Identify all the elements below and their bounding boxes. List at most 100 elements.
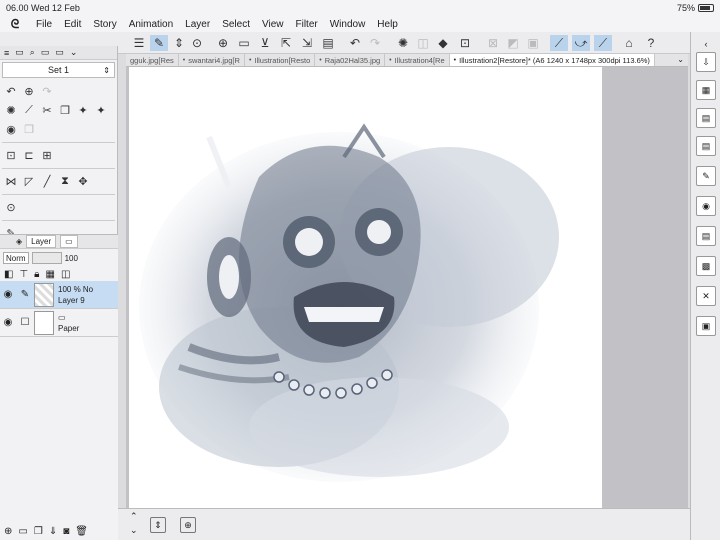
- expand-collapse-icon[interactable]: ⇕: [170, 35, 188, 51]
- tab-search-icon[interactable]: ⌕: [30, 47, 35, 58]
- flip-icon[interactable]: ⋈: [2, 172, 20, 191]
- menu-filter[interactable]: Filter: [289, 19, 323, 30]
- doc-tab[interactable]: • Illustration[Resto: [245, 54, 316, 66]
- blend-mode-select[interactable]: Norm: [3, 252, 29, 264]
- new-file-icon[interactable]: ⊕: [214, 35, 232, 51]
- close-icon[interactable]: •: [319, 57, 321, 64]
- lasso-icon[interactable]: ✺: [2, 101, 20, 120]
- opacity-value[interactable]: 100: [65, 254, 78, 263]
- tab-tool-icon[interactable]: ▭: [15, 47, 24, 58]
- menu-view[interactable]: View: [256, 19, 290, 30]
- doc-tab[interactable]: • Raja02Hal35.jpg: [315, 54, 386, 66]
- grid-transform-icon[interactable]: ⊞: [38, 146, 56, 165]
- close-icon[interactable]: •: [249, 57, 251, 64]
- mask-icon[interactable]: ◫: [61, 269, 70, 280]
- file-export-icon[interactable]: ▤: [696, 226, 716, 246]
- scissors-icon[interactable]: ✂: [38, 101, 56, 120]
- delete-icon[interactable]: 🗑︎: [75, 526, 88, 537]
- doc-tab-active[interactable]: • Illustration2[Restore]* (A6 1240 x 1748…: [449, 54, 655, 66]
- menu-dots-icon[interactable]: ≡: [4, 48, 9, 58]
- canvas-area[interactable]: [126, 67, 688, 508]
- save-icon[interactable]: ⊻: [256, 35, 274, 51]
- tab-more-icon[interactable]: ▭: [55, 47, 64, 58]
- snap-ruler-icon[interactable]: ⟋: [594, 35, 612, 51]
- snap-curve-icon[interactable]: ⤻: [572, 35, 590, 51]
- layer-row-layer-9[interactable]: ◉ ✎ 100 % No Layer 9: [0, 281, 118, 309]
- export-icon[interactable]: ⇱: [277, 35, 295, 51]
- doc-tab[interactable]: • Illustration4[Re: [385, 54, 450, 66]
- open-folder-icon[interactable]: ▭: [235, 35, 253, 51]
- set-selector[interactable]: Set 1 ⇕: [2, 62, 115, 78]
- material-icon[interactable]: ▦: [696, 80, 716, 100]
- fill-icon[interactable]: ◆: [434, 35, 452, 51]
- hamburger-menu-icon[interactable]: ☰: [130, 35, 148, 51]
- crop-icon[interactable]: ⊡: [2, 146, 20, 165]
- chevron-down-icon[interactable]: ⌄: [70, 47, 78, 58]
- fit-icon[interactable]: ⇕: [150, 517, 166, 533]
- menu-edit[interactable]: Edit: [58, 19, 87, 30]
- transfer-icon[interactable]: ⇓: [49, 526, 57, 537]
- pen-icon[interactable]: ✎: [16, 289, 34, 300]
- close-icon[interactable]: •: [183, 57, 185, 64]
- export-icon-2[interactable]: ⇲: [298, 35, 316, 51]
- selection-icon[interactable]: ▣: [524, 35, 542, 51]
- menu-story[interactable]: Story: [87, 19, 122, 30]
- tab-layer-property-icon[interactable]: ▭: [60, 235, 78, 248]
- close-icon[interactable]: •: [389, 57, 391, 64]
- sparkle-icon-2[interactable]: ✦: [92, 101, 110, 120]
- panel-collapse-icon[interactable]: ‹: [696, 34, 716, 54]
- undo-icon[interactable]: ↶: [346, 35, 364, 51]
- eye-icon[interactable]: ◉: [0, 317, 16, 328]
- reference-icon[interactable]: ⊤: [19, 269, 28, 280]
- clip-icon[interactable]: ◧: [4, 269, 13, 280]
- scroll-down-icon[interactable]: ⌄: [130, 525, 138, 536]
- menu-file[interactable]: File: [30, 19, 58, 30]
- duplicate-icon[interactable]: ❐: [34, 526, 43, 537]
- transform-icon[interactable]: ⊡: [456, 35, 474, 51]
- layer-row-paper[interactable]: ◉ ☐ ▭ Paper: [0, 309, 118, 337]
- redo-icon[interactable]: ↷: [366, 35, 384, 51]
- redo-tool-icon[interactable]: ↷: [38, 82, 56, 101]
- chevron-down-icon[interactable]: ⌄: [677, 55, 684, 64]
- loading-spinner-icon[interactable]: ✺: [394, 35, 412, 51]
- camera-icon[interactable]: ◉: [696, 196, 716, 216]
- close-document-icon[interactable]: ✕: [696, 286, 716, 306]
- edit-file-icon[interactable]: ✎: [696, 166, 716, 186]
- navigator-icon[interactable]: ⊕: [180, 517, 196, 533]
- new-folder-icon[interactable]: ▭: [18, 526, 27, 537]
- snap-icon[interactable]: ⟋: [550, 35, 568, 51]
- opacity-slider[interactable]: [31, 252, 62, 264]
- help-icon[interactable]: ?: [642, 35, 660, 51]
- object-tool-icon[interactable]: ⊕: [20, 82, 38, 101]
- menu-select[interactable]: Select: [216, 19, 256, 30]
- clip-studio-icon[interactable]: ⊙: [188, 35, 206, 51]
- deselect-icon[interactable]: ⊠: [484, 35, 502, 51]
- perspective-icon[interactable]: ◸: [20, 172, 38, 191]
- menu-layer[interactable]: Layer: [179, 19, 216, 30]
- doc-tab[interactable]: gguk.jpg[Res: [126, 54, 179, 66]
- eye-icon[interactable]: ◉: [0, 289, 16, 300]
- layer-property-icon[interactable]: ⊙: [2, 198, 20, 217]
- copy-icon[interactable]: ❐: [56, 101, 74, 120]
- new-raster-layer-icon[interactable]: ⊕: [4, 526, 12, 537]
- sparkle-icon[interactable]: ✦: [74, 101, 92, 120]
- menu-animation[interactable]: Animation: [123, 19, 179, 30]
- eyedropper-icon[interactable]: ⟋: [20, 101, 38, 120]
- mask-layer-icon[interactable]: ◙: [63, 526, 69, 537]
- clip-studio-logo-icon[interactable]: ᘓ: [0, 17, 30, 32]
- print-icon[interactable]: ▣: [696, 316, 716, 336]
- edit-mode-icon[interactable]: ✎: [150, 35, 168, 51]
- blur-icon[interactable]: ◉: [2, 120, 20, 139]
- export-icon-3[interactable]: ▤: [319, 35, 337, 51]
- hourglass-icon[interactable]: ⧗: [56, 172, 74, 191]
- close-icon[interactable]: •: [454, 57, 456, 64]
- free-transform-icon[interactable]: ⊏: [20, 146, 38, 165]
- menu-window[interactable]: Window: [324, 19, 372, 30]
- import-icon[interactable]: ⇩: [696, 52, 716, 72]
- line-icon[interactable]: ╱: [38, 172, 56, 191]
- paste-icon[interactable]: ❐: [20, 120, 38, 139]
- scroll-up-icon[interactable]: ⌃: [130, 511, 138, 522]
- lock-transparency-icon[interactable]: ▦: [46, 269, 55, 280]
- invert-selection-icon[interactable]: ◩: [504, 35, 522, 51]
- doc-tab[interactable]: • swantari4.jpg[R: [179, 54, 245, 66]
